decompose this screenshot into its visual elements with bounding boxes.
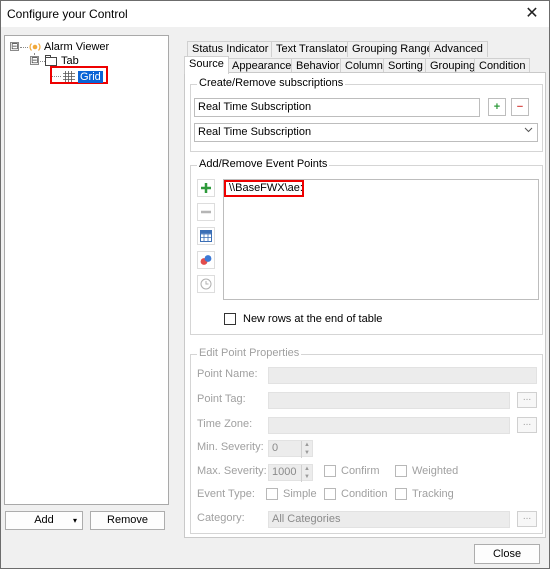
tab-icon [45,55,57,66]
tracking-checkbox[interactable] [395,488,407,500]
subscriptions-group: Create/Remove subscriptions Real Time Su… [190,77,543,152]
time-zone-browse-button[interactable]: ... [517,417,537,433]
close-icon[interactable]: ✕ [521,4,543,24]
add-button[interactable]: Add ▾ [5,511,83,530]
source-panel: Create/Remove subscriptions Real Time Su… [184,72,546,538]
grid-label: Grid [78,71,103,83]
max-severity-value: 1000 [272,466,297,478]
new-rows-checkbox[interactable] [224,313,236,325]
collapse-root-icon[interactable]: ⊟ [10,42,19,51]
table-icon[interactable] [197,227,215,245]
category-browse-button[interactable]: ... [517,511,537,527]
subscription-select-value: Real Time Subscription [198,126,312,138]
color-icon[interactable] [197,251,215,269]
control-tree[interactable]: ⊟ Alarm Viewer ⊟ Tab Grid [4,35,169,505]
tab-grouping-range[interactable]: Grouping Range [347,41,438,57]
dropdown-arrow-icon: ▾ [72,516,77,525]
confirm-checkbox[interactable] [324,465,336,477]
edit-props-title: Edit Point Properties [197,347,302,359]
event-points-group: Add/Remove Event Points \\BaseFWX\ae: Ne… [190,158,543,335]
event-points-list[interactable]: \\BaseFWX\ae: [223,179,539,300]
time-zone-input[interactable] [268,417,510,434]
tab-status-indicator[interactable]: Status Indicator [187,41,274,57]
category-input[interactable]: All Categories [268,511,510,528]
chevron-down-icon [524,123,533,140]
condition-label: Condition [341,488,388,500]
add-subscription-button[interactable]: + [488,98,506,116]
tab-source[interactable]: Source [184,56,229,74]
category-label: Category: [197,512,245,524]
subscriptions-title: Create/Remove subscriptions [197,77,346,89]
point-name-input[interactable] [268,367,537,384]
new-rows-label: New rows at the end of table [243,313,383,325]
alarm-icon [29,41,41,53]
tab-advanced[interactable]: Advanced [429,41,488,57]
title-bar: Configure your Control ✕ [1,1,549,27]
event-points-title: Add/Remove Event Points [197,158,330,170]
remove-event-point-button[interactable] [197,203,215,221]
confirm-label: Confirm [341,465,380,477]
clock-icon[interactable] [197,275,215,293]
point-tag-input[interactable] [268,392,510,409]
configure-dialog: Configure your Control ✕ ⊟ Alarm Viewer … [0,0,550,569]
window-title: Configure your Control [7,7,128,21]
weighted-label: Weighted [412,465,459,477]
max-severity-input[interactable]: 1000 ▲ ▼ [268,464,313,482]
weighted-checkbox[interactable] [395,465,407,477]
time-zone-label: Time Zone: [197,418,253,430]
tree-item-grid[interactable]: Grid [78,70,103,84]
add-label: Add [34,514,54,526]
min-severity-value: 0 [272,442,279,454]
edit-point-properties-group: Edit Point Properties Point Name: Point … [190,347,543,534]
plus-icon: + [493,101,501,113]
minus-icon: − [516,101,524,113]
tracking-label: Tracking [412,488,454,500]
tree-item-alarm-viewer[interactable]: Alarm Viewer [44,40,109,54]
subscription-select[interactable]: Real Time Subscription [194,123,538,142]
spinner-arrows-icon[interactable]: ▲ ▼ [301,441,312,458]
simple-label: Simple [283,488,317,500]
collapse-tab-icon[interactable]: ⊟ [30,56,39,65]
subscription-name-input[interactable]: Real Time Subscription [194,98,480,117]
condition-checkbox[interactable] [324,488,336,500]
point-name-label: Point Name: [197,368,258,380]
add-event-point-button[interactable] [197,179,215,197]
point-tag-label: Point Tag: [197,393,246,405]
max-severity-label: Max. Severity: [197,465,267,477]
grid-icon [63,71,75,82]
simple-checkbox[interactable] [266,488,278,500]
min-severity-input[interactable]: 0 ▲ ▼ [268,440,313,458]
min-severity-label: Min. Severity: [197,441,264,453]
close-button[interactable]: Close [474,544,540,564]
remove-button[interactable]: Remove [90,511,165,530]
point-tag-browse-button[interactable]: ... [517,392,537,408]
remove-subscription-button[interactable]: − [511,98,529,116]
event-point-item[interactable]: \\BaseFWX\ae: [224,180,304,197]
event-type-label: Event Type: [197,488,255,500]
spinner-arrows-icon[interactable]: ▲ ▼ [301,465,312,482]
tab-text-translator[interactable]: Text Translator [271,41,354,57]
